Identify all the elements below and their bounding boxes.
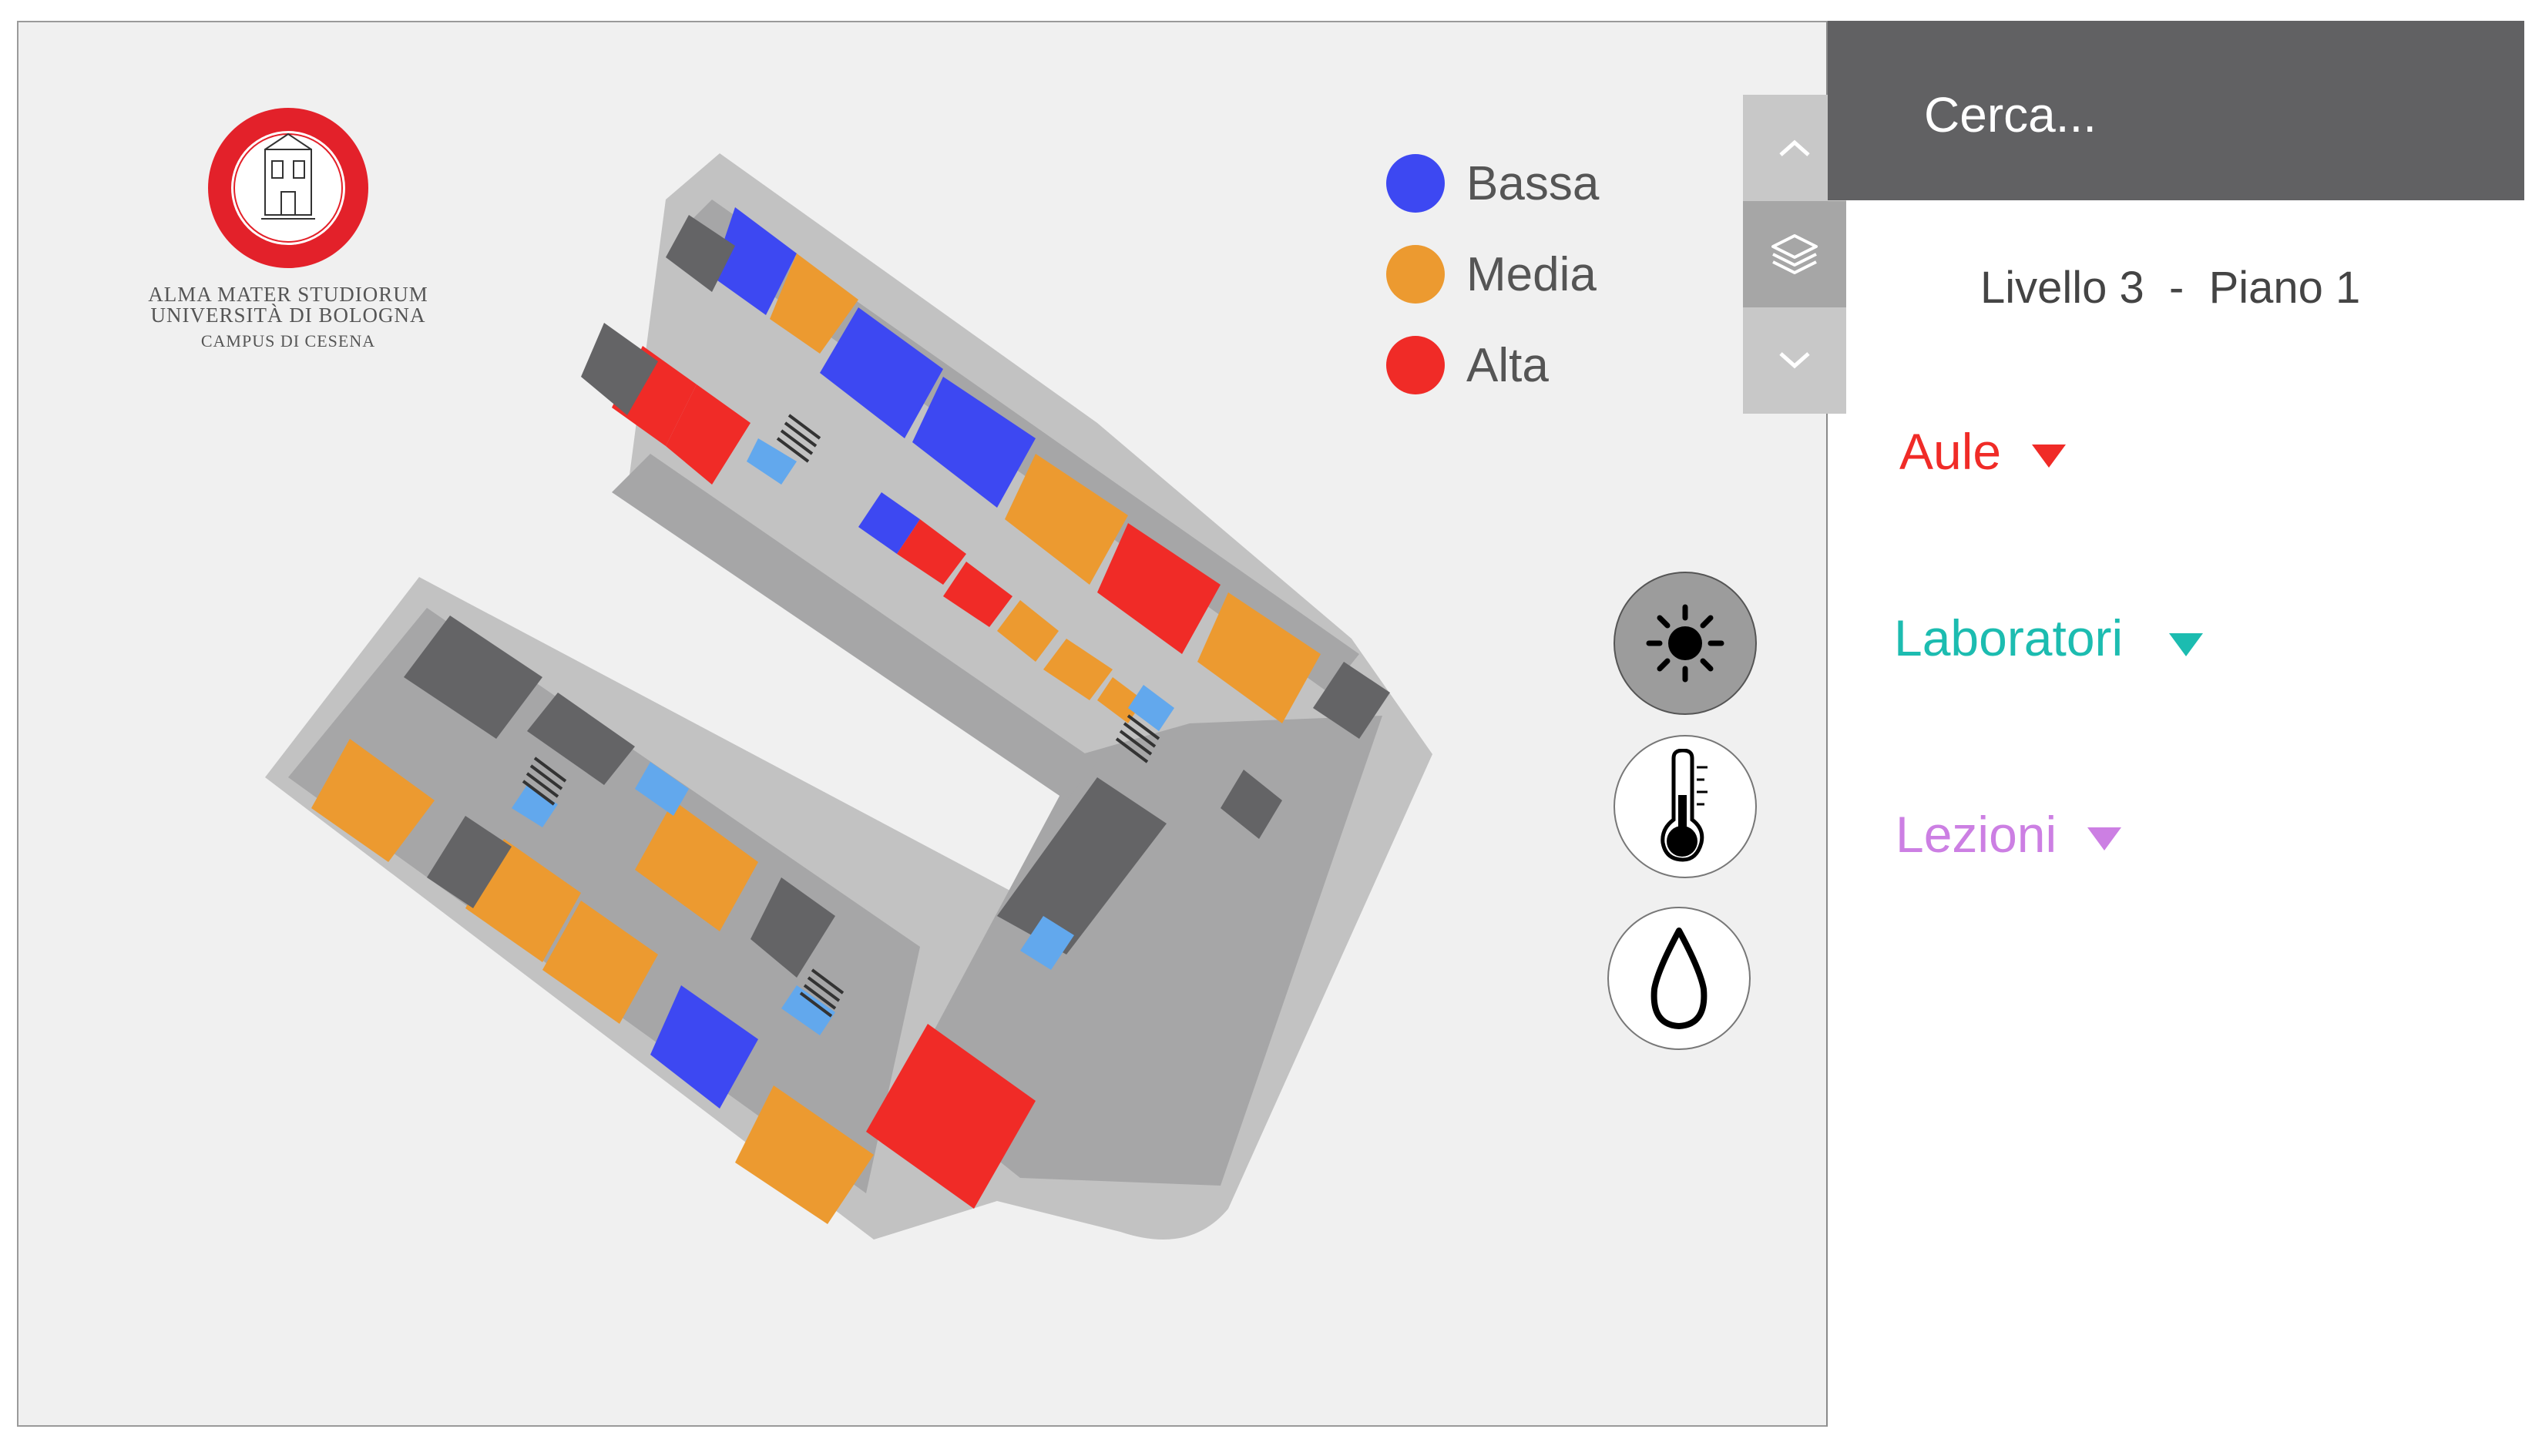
humidity-sensor-button[interactable] <box>1607 907 1751 1050</box>
dropdown-arrow-icon <box>2032 445 2067 468</box>
legend-label: Bassa <box>1466 156 1600 210</box>
drop-icon <box>1650 928 1708 1029</box>
legend: Bassa Media Alta <box>1386 138 1599 411</box>
legend-item-alta: Alta <box>1386 320 1599 411</box>
floor-down-button[interactable] <box>1743 307 1846 414</box>
legend-dot <box>1386 245 1445 304</box>
category-label: Lezioni <box>1896 806 2057 863</box>
light-sensor-button[interactable] <box>1614 572 1757 715</box>
temperature-sensor-button[interactable] <box>1614 735 1757 878</box>
legend-label: Media <box>1466 247 1597 301</box>
category-label: Laboratori <box>1894 609 2124 666</box>
map-panel[interactable]: ALMA MATER STUDIORUM UNIVERSITÀ DI BOLOG… <box>17 21 1846 1427</box>
layers-button[interactable] <box>1743 201 1846 307</box>
layers-icon <box>1771 234 1818 274</box>
legend-dot <box>1386 336 1445 394</box>
category-aule[interactable]: Aule <box>1899 422 2067 481</box>
level-indicator: Livello 3 - Piano 1 <box>1980 263 2361 313</box>
legend-dot <box>1386 154 1445 213</box>
chevron-up-icon <box>1779 139 1810 156</box>
category-lezioni[interactable]: Lezioni <box>1896 805 2122 864</box>
legend-item-media: Media <box>1386 229 1599 320</box>
search-input[interactable]: Cerca... <box>1924 86 2097 143</box>
category-laboratori[interactable]: Laboratori <box>1894 609 2204 667</box>
dropdown-arrow-icon <box>2169 633 2204 656</box>
chevron-down-icon <box>1779 352 1810 369</box>
search-bar[interactable]: Cerca... <box>1828 21 2524 200</box>
thermometer-icon <box>1661 749 1708 862</box>
legend-item-bassa: Bassa <box>1386 138 1599 229</box>
category-label: Aule <box>1899 423 2002 480</box>
legend-label: Alta <box>1466 338 1549 392</box>
dropdown-arrow-icon <box>2087 827 2122 850</box>
sun-icon <box>1646 604 1724 683</box>
